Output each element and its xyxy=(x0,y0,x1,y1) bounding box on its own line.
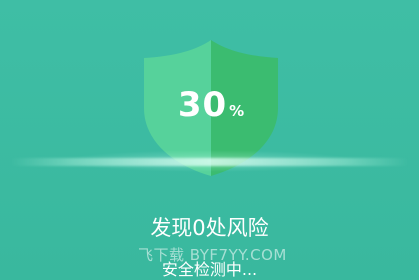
progress-readout: 30% xyxy=(136,88,286,122)
scan-line xyxy=(10,158,409,166)
risk-count-title: 发现0处风险 xyxy=(150,216,269,240)
progress-unit: % xyxy=(229,102,245,120)
scan-status-text: 安全检测中... xyxy=(161,260,258,279)
security-scan-screen: 30% 发现0处风险 飞下载 BYF7YY.COM 安全检测中... xyxy=(0,0,419,280)
progress-value: 30 xyxy=(177,85,228,125)
